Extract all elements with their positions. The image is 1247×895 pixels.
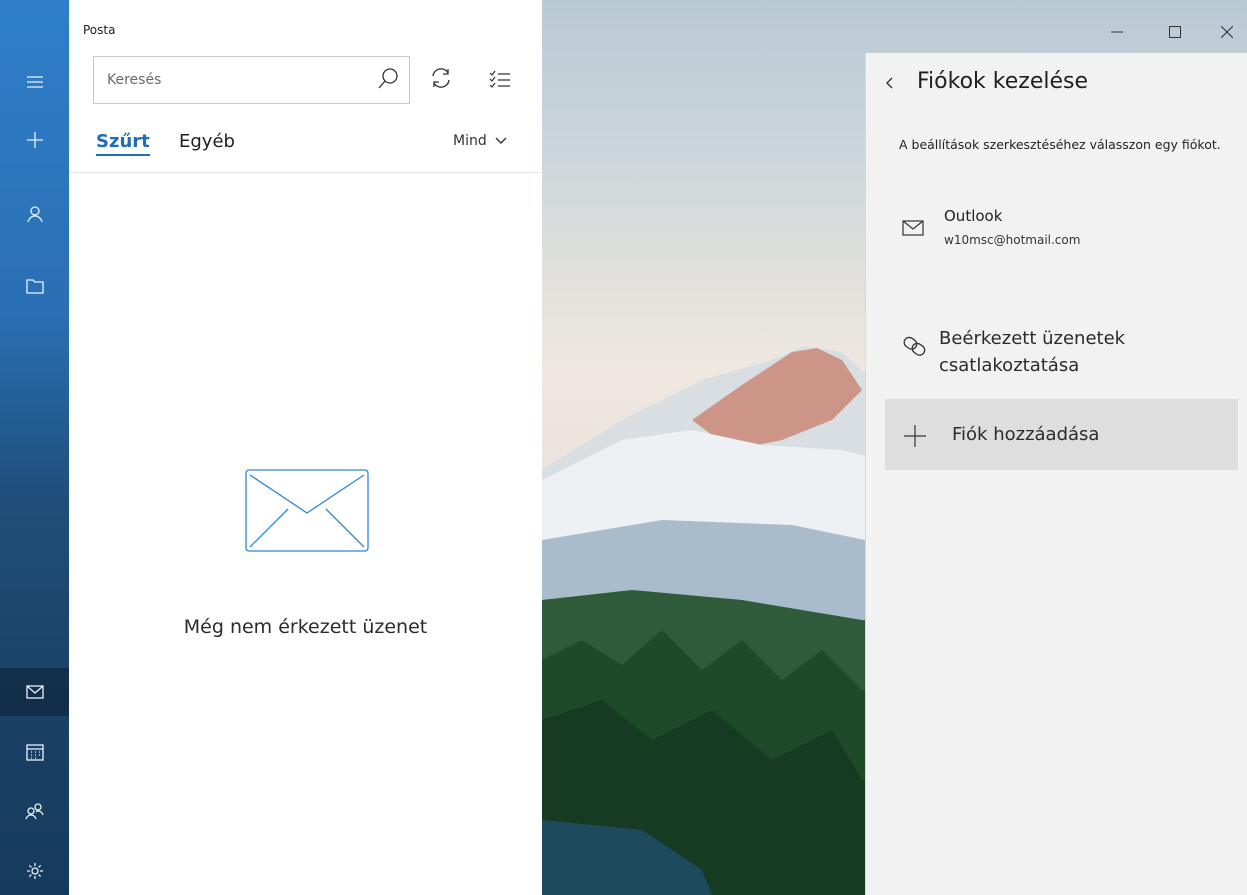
- settings-button[interactable]: [0, 847, 69, 895]
- mail-button[interactable]: [0, 668, 69, 716]
- empty-state-message: Még nem érkezett üzenet: [183, 616, 428, 638]
- plus-icon: [904, 425, 926, 451]
- filter-label: Mind: [453, 133, 487, 149]
- maximize-button[interactable]: [1155, 18, 1195, 46]
- minimize-icon: [1111, 31, 1123, 33]
- people-icon: [24, 803, 44, 820]
- panel-title: Fiókok kezelése: [917, 69, 1088, 94]
- back-chevron-icon[interactable]: [884, 75, 894, 94]
- new-mail-button[interactable]: [0, 116, 69, 164]
- maximize-icon: [1169, 26, 1181, 38]
- add-account-label: Fiók hozzáadása: [952, 424, 1100, 445]
- search-input[interactable]: Keresés: [107, 72, 161, 88]
- folder-icon: [25, 279, 44, 294]
- account-email: w10msc@hotmail.com: [944, 233, 1081, 247]
- panel-description: A beállítások szerkesztéséhez válasszon …: [899, 137, 1221, 152]
- filter-dropdown[interactable]: Mind: [453, 133, 507, 149]
- chevron-down-icon: [495, 137, 507, 144]
- account-name: Outlook: [944, 207, 1003, 225]
- mail-icon: [25, 685, 44, 699]
- hamburger-icon: [26, 76, 43, 88]
- sync-icon[interactable]: [429, 67, 453, 93]
- link-icon: [902, 335, 928, 361]
- plus-icon: [26, 132, 43, 148]
- mail-icon: [902, 220, 924, 240]
- manage-accounts-panel: Fiókok kezelése A beállítások szerkeszté…: [866, 53, 1247, 895]
- search-box[interactable]: Keresés: [93, 56, 410, 104]
- folders-button[interactable]: [0, 262, 69, 310]
- minimize-button[interactable]: [1097, 18, 1137, 46]
- close-icon: [1221, 26, 1233, 38]
- link-inboxes-label: Beérkezett üzenetek csatlakoztatása: [939, 328, 1126, 376]
- accounts-button[interactable]: [0, 190, 69, 238]
- navigation-rail: [0, 0, 69, 895]
- close-button[interactable]: [1207, 18, 1247, 46]
- people-button[interactable]: [0, 787, 69, 835]
- app-title: Posta: [83, 23, 116, 37]
- select-mode-icon[interactable]: [489, 70, 511, 92]
- menu-button[interactable]: [0, 58, 69, 106]
- divider: [69, 172, 542, 173]
- tab-other[interactable]: Egyéb: [179, 131, 235, 153]
- empty-mail-icon: [245, 469, 369, 557]
- person-icon: [26, 206, 43, 223]
- calendar-icon: [25, 744, 44, 761]
- add-account-button[interactable]: Fiók hozzáadása: [885, 399, 1238, 470]
- message-list-pane: Posta Keresés Szűrt Egyéb Mind Még nem é…: [69, 0, 542, 895]
- search-icon[interactable]: [377, 67, 399, 95]
- tab-focused[interactable]: Szűrt: [96, 131, 150, 156]
- gear-icon: [26, 863, 43, 879]
- calendar-button[interactable]: [0, 728, 69, 776]
